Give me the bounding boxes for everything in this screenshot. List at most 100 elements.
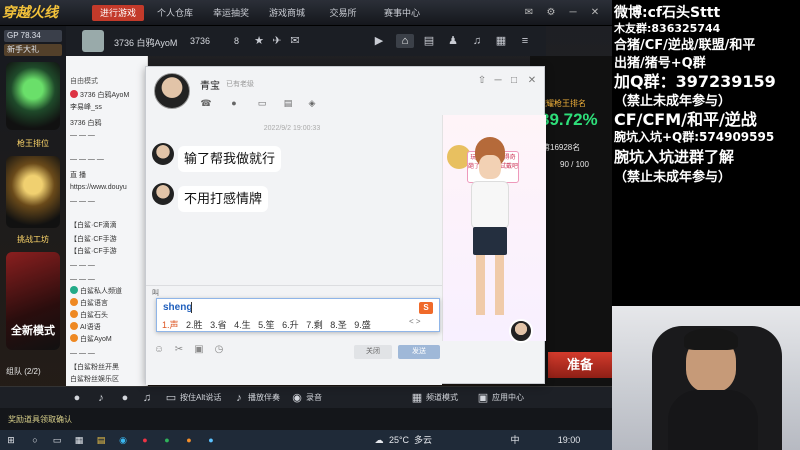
- task-view-icon[interactable]: ▭: [50, 433, 64, 447]
- chart-icon[interactable]: ▤: [422, 34, 436, 48]
- list-item[interactable]: 【白鲨·CF手游: [70, 234, 148, 246]
- channel-mode-button[interactable]: 频道模式: [426, 392, 458, 403]
- close-icon[interactable]: ✕: [588, 6, 602, 19]
- tab-lottery[interactable]: 幸运抽奖: [206, 5, 256, 21]
- send-button[interactable]: 发送: [398, 345, 440, 359]
- input-text[interactable]: 叫: [152, 288, 159, 298]
- list-item[interactable]: 【白鲨·CF滴滴: [70, 220, 148, 232]
- app-icon[interactable]: ●: [182, 433, 196, 447]
- list-item[interactable]: 李易峰_ss: [70, 102, 148, 114]
- ready-button[interactable]: 准备: [548, 352, 612, 378]
- message-avatar[interactable]: [152, 143, 174, 165]
- folder-icon[interactable]: ▤: [94, 433, 108, 447]
- ime-candidate[interactable]: 7.剩: [306, 320, 323, 330]
- pin-icon[interactable]: ⇧: [476, 75, 488, 87]
- record-icon[interactable]: ◉: [290, 391, 304, 405]
- list-item[interactable]: 3736 白鸦AyoM: [70, 90, 148, 102]
- qq-show-panel[interactable]: 玩QQ秀啦！得奇葩了你-点我试戴吧: [442, 115, 546, 343]
- list-item[interactable]: — — —: [70, 260, 148, 272]
- tab-exchange[interactable]: 交易所: [318, 5, 368, 21]
- grid-icon[interactable]: ▦: [494, 34, 508, 48]
- list-item[interactable]: 3736 白鸦: [70, 118, 148, 130]
- list-item[interactable]: 白鲨语言: [70, 298, 148, 310]
- gamepad-icon[interactable]: ♟: [446, 34, 460, 48]
- message-icon[interactable]: ✉: [288, 34, 302, 48]
- search-icon[interactable]: ○: [28, 433, 42, 447]
- app-icon[interactable]: ▣: [476, 391, 490, 405]
- list-item[interactable]: 白鲨石头: [70, 310, 148, 322]
- emoji-icon[interactable]: ☺: [152, 343, 166, 357]
- keyboard-icon[interactable]: ▭: [164, 391, 178, 405]
- list-item[interactable]: 【白鲨·CF手游: [70, 246, 148, 258]
- phone-icon[interactable]: ☎: [200, 97, 212, 109]
- shield-icon[interactable]: ◈: [306, 97, 318, 109]
- ime-candidate[interactable]: 3.省: [210, 320, 227, 330]
- temperature[interactable]: 25°C: [388, 433, 410, 447]
- music-icon[interactable]: ♪: [232, 391, 246, 405]
- list-item[interactable]: — — —: [70, 274, 148, 286]
- maximize-icon[interactable]: □: [508, 75, 520, 87]
- record-button[interactable]: 录音: [306, 392, 322, 403]
- list-item[interactable]: 白鲨粉丝娱乐区: [70, 374, 148, 386]
- app-icon[interactable]: ●: [138, 433, 152, 447]
- app-icon[interactable]: ●: [160, 433, 174, 447]
- list-item[interactable]: — — — —: [70, 154, 148, 166]
- minimize-icon[interactable]: ─: [566, 6, 580, 19]
- ime-page-nav[interactable]: < >: [409, 317, 421, 326]
- video-icon[interactable]: ▶: [372, 34, 386, 48]
- weather-text[interactable]: 多云: [412, 433, 434, 447]
- ime-candidate[interactable]: 8.圣: [330, 320, 347, 330]
- ime-candidate[interactable]: 9.盛: [354, 320, 371, 330]
- reward-confirm-text[interactable]: 奖励道具领取确认: [8, 414, 72, 425]
- minimize-icon[interactable]: ─: [492, 75, 504, 87]
- ime-candidate[interactable]: 5.笙: [258, 320, 275, 330]
- screen-share-icon[interactable]: ▭: [256, 97, 268, 109]
- list-item[interactable]: — — —: [70, 130, 148, 142]
- file-explorer-icon[interactable]: ▦: [72, 433, 86, 447]
- workshop-badge[interactable]: [6, 156, 60, 228]
- image-icon[interactable]: ▣: [192, 343, 206, 357]
- contact-name[interactable]: 青宝: [200, 77, 220, 92]
- settings-icon[interactable]: ⚙: [544, 6, 558, 19]
- mic-icon[interactable]: ●: [118, 391, 132, 405]
- plane-icon[interactable]: ✈: [270, 34, 284, 48]
- contact-avatar[interactable]: [154, 73, 190, 109]
- ime-candidate[interactable]: 2.胜: [186, 320, 203, 330]
- tab-events[interactable]: 赛事中心: [374, 5, 430, 21]
- new-user-pill[interactable]: 新手大礼: [4, 44, 62, 56]
- tab-shop[interactable]: 游戏商城: [262, 5, 312, 21]
- weather-icon[interactable]: ☁: [372, 433, 386, 447]
- close-icon[interactable]: ✕: [526, 75, 538, 87]
- list-item[interactable]: 白鲨AyoM: [70, 334, 148, 346]
- rank-badge[interactable]: [6, 62, 60, 130]
- file-icon[interactable]: ▤: [282, 97, 294, 109]
- home-icon[interactable]: ⌂: [396, 34, 414, 48]
- push-to-talk-button[interactable]: 按住Alt说话: [180, 392, 221, 403]
- list-item[interactable]: 直 播: [70, 170, 148, 182]
- history-icon[interactable]: ◷: [212, 343, 226, 357]
- headphone-icon[interactable]: ♫: [140, 391, 154, 405]
- tab-play-game[interactable]: 进行游戏: [92, 5, 144, 21]
- mode-label[interactable]: 自由模式: [70, 76, 148, 88]
- list-item[interactable]: — — —: [70, 348, 148, 360]
- player-avatar[interactable]: [82, 30, 104, 52]
- list-item[interactable]: AI语语: [70, 322, 148, 334]
- clock[interactable]: 19:00: [554, 433, 584, 447]
- ime-candidate[interactable]: 1.声: [162, 320, 179, 330]
- headset-icon[interactable]: ♫: [470, 34, 484, 48]
- app-center-button[interactable]: 应用中心: [492, 392, 524, 403]
- play-music-button[interactable]: 播放伴奏: [248, 392, 280, 403]
- browser-icon[interactable]: ◉: [116, 433, 130, 447]
- app-icon[interactable]: ●: [204, 433, 218, 447]
- close-button[interactable]: 关闭: [354, 345, 392, 359]
- list-item[interactable]: 白鲨私人频道: [70, 286, 148, 298]
- star-icon[interactable]: ★: [252, 34, 266, 48]
- ime-candidate[interactable]: 4.生: [234, 320, 251, 330]
- panda-icon[interactable]: ●: [70, 391, 84, 405]
- list-icon[interactable]: ≡: [518, 34, 532, 48]
- channel-icon[interactable]: ▦: [410, 391, 424, 405]
- windows-start-icon[interactable]: ⊞: [4, 433, 18, 447]
- message-avatar[interactable]: [152, 183, 174, 205]
- list-item[interactable]: https://www.douyu: [70, 182, 148, 194]
- list-item[interactable]: — — —: [70, 196, 148, 208]
